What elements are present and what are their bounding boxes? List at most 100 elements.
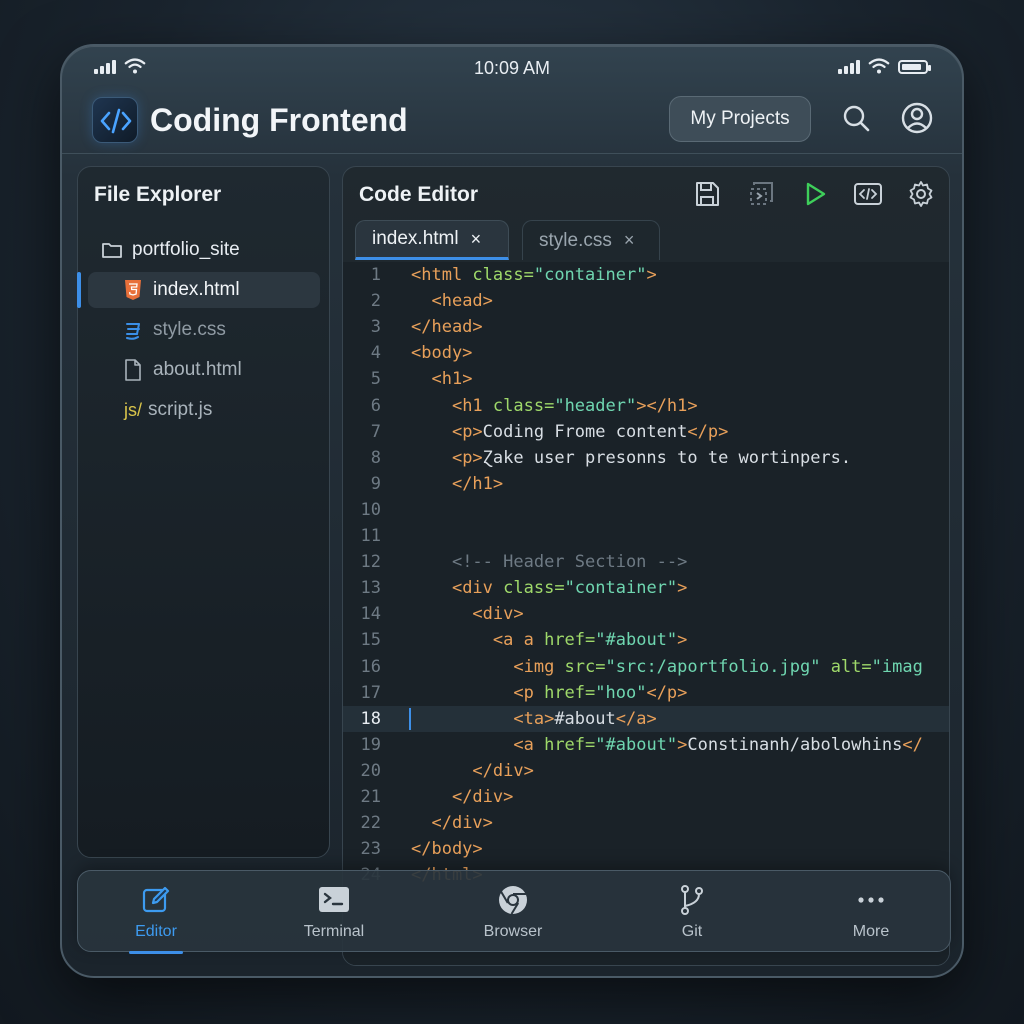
app-header: Coding Frontend My Projects: [62, 90, 962, 154]
code-line[interactable]: 10: [343, 497, 949, 523]
code-text: <html class="container">: [411, 265, 657, 285]
code-text: <div class="container">: [451, 578, 688, 599]
code-line[interactable]: 3 </head>: [343, 314, 949, 340]
code-text: <p>Ɀake user presonns to te wortinpers.: [451, 447, 852, 468]
tree-item-style-css[interactable]: style.css: [121, 312, 321, 348]
code-line[interactable]: 22 </div>: [343, 810, 949, 836]
code-text: </div>: [451, 787, 514, 807]
line-number: 17: [360, 682, 381, 703]
nav-label: Git: [681, 923, 703, 940]
html5-icon: [121, 278, 145, 302]
code-view-icon[interactable]: [853, 179, 883, 209]
line-number: 6: [370, 395, 381, 416]
code-line[interactable]: 17 <p href="hoo"</p>: [343, 680, 949, 706]
code-text: <a a href="#about">: [492, 630, 688, 651]
tree-item-index-html[interactable]: index.html: [88, 272, 320, 308]
code-text: <p>Coding Frome content</p>: [451, 421, 729, 442]
code-line[interactable]: 20 </div>: [343, 758, 949, 784]
css3-icon: [121, 318, 145, 342]
status-bar: 10:09 AM: [62, 46, 962, 90]
line-number: 3: [370, 317, 381, 338]
tree-item-label: portfolio_site: [132, 239, 240, 260]
nav-more[interactable]: More: [811, 879, 931, 949]
code-line[interactable]: 4 <body>: [343, 340, 949, 366]
file-explorer-title: File Explorer: [94, 183, 222, 206]
code-line[interactable]: 11: [343, 523, 949, 549]
status-time: 10:09 AM: [473, 58, 551, 78]
tree-item-label: style.css: [153, 319, 226, 340]
code-text: <ta>#about</a>: [513, 708, 657, 729]
code-line[interactable]: 23 </body>: [343, 836, 949, 862]
line-number: 8: [370, 447, 381, 468]
nav-browser[interactable]: Browser: [453, 879, 573, 949]
nav-editor[interactable]: Editor: [96, 879, 216, 954]
tab-index-html[interactable]: index.html ×: [355, 220, 509, 260]
close-icon[interactable]: ×: [471, 229, 482, 250]
bottom-navigation: Editor Terminal Browser Git More: [77, 870, 951, 954]
line-number: 16: [360, 656, 381, 677]
tree-item-label: script.js: [148, 399, 213, 420]
terminal-icon: [319, 887, 349, 912]
device-frame: 10:09 AM Coding Frontend My Projects Fil…: [60, 44, 964, 978]
code-line[interactable]: 15 <a a href="#about">: [343, 627, 949, 653]
code-line[interactable]: 1 <html class="container">: [343, 262, 949, 288]
line-number: 13: [360, 578, 381, 599]
line-number: 11: [360, 526, 381, 546]
tree-item-about-html[interactable]: about.html: [121, 352, 321, 388]
code-text: <!-- Header Section -->: [451, 552, 688, 573]
code-text: <head>: [431, 291, 493, 312]
line-number: 7: [370, 421, 381, 442]
signal-icon-right: [838, 60, 862, 74]
code-line[interactable]: 21 </div>: [343, 784, 949, 810]
code-area[interactable]: 1 <html class="container"> 2 <head> 3 </head…: [343, 262, 949, 965]
nav-git[interactable]: Git: [632, 879, 752, 949]
code-line[interactable]: 9 </h1>: [343, 471, 949, 497]
export-icon[interactable]: [746, 179, 776, 209]
code-text: </div>: [472, 760, 534, 781]
settings-icon[interactable]: [906, 179, 936, 209]
edit-icon: [142, 886, 170, 913]
tree-item-script-js[interactable]: js/ script.js: [124, 392, 324, 428]
code-line[interactable]: 19 <a href="#about">Constinanh/abolowhin…: [343, 732, 949, 758]
browser-icon: [499, 886, 527, 915]
close-icon[interactable]: ×: [624, 230, 635, 251]
line-number: 4: [370, 343, 381, 364]
code-line[interactable]: 5 <h1>: [343, 366, 949, 392]
code-line[interactable]: 12 <!-- Header Section -->: [343, 549, 949, 575]
code-line[interactable]: 6 <h1 class="header"></h1>: [343, 393, 949, 419]
tree-item-label: index.html: [153, 279, 240, 300]
line-number: 18: [360, 708, 381, 729]
save-icon[interactable]: [692, 179, 722, 209]
line-number: 21: [360, 787, 381, 807]
code-editor-panel: Code Editor index.html × style.css × 1 <…: [342, 166, 950, 966]
code-line[interactable]: 14 <div>: [343, 601, 949, 627]
wifi-icon-right: [868, 58, 890, 74]
app-title: Coding Frontend: [150, 102, 408, 138]
code-brackets-icon: [92, 97, 138, 143]
tab-label: index.html: [372, 228, 459, 249]
code-line[interactable]: 18 <ta>#about</a>: [343, 705, 949, 732]
nav-terminal[interactable]: Terminal: [274, 879, 394, 949]
code-text: <h1 class="header"></h1>: [451, 395, 698, 416]
tree-item-label: about.html: [153, 359, 242, 380]
search-icon[interactable]: [839, 101, 873, 135]
run-icon[interactable]: [800, 179, 830, 209]
code-line[interactable]: 13 <div class="container">: [343, 575, 949, 601]
nav-label: Browser: [483, 923, 543, 940]
my-projects-button[interactable]: My Projects: [669, 96, 811, 142]
code-text: <a href="#about">Constinanh/abolowhins</: [513, 734, 923, 755]
tab-style-css[interactable]: style.css ×: [522, 220, 660, 260]
code-line[interactable]: 8 <p>Ɀake user presonns to te wortinpers…: [343, 445, 949, 471]
nav-label: Terminal: [303, 923, 365, 940]
code-line[interactable]: 7 <p>Coding Frome content</p>: [343, 419, 949, 445]
code-editor-title: Code Editor: [359, 183, 478, 206]
code-text: <p href="hoo"</p>: [513, 682, 688, 703]
code-line[interactable]: 2 <head>: [343, 288, 949, 314]
tree-item-folder[interactable]: portfolio_site: [100, 232, 320, 268]
line-number: 14: [360, 604, 381, 625]
code-text: </body>: [411, 839, 483, 860]
nav-label: Editor: [135, 923, 177, 940]
account-icon[interactable]: [900, 101, 934, 135]
code-line[interactable]: 16 <img src="src:/aportfolio.jpg" alt="i…: [343, 654, 949, 680]
line-number: 19: [360, 734, 381, 755]
